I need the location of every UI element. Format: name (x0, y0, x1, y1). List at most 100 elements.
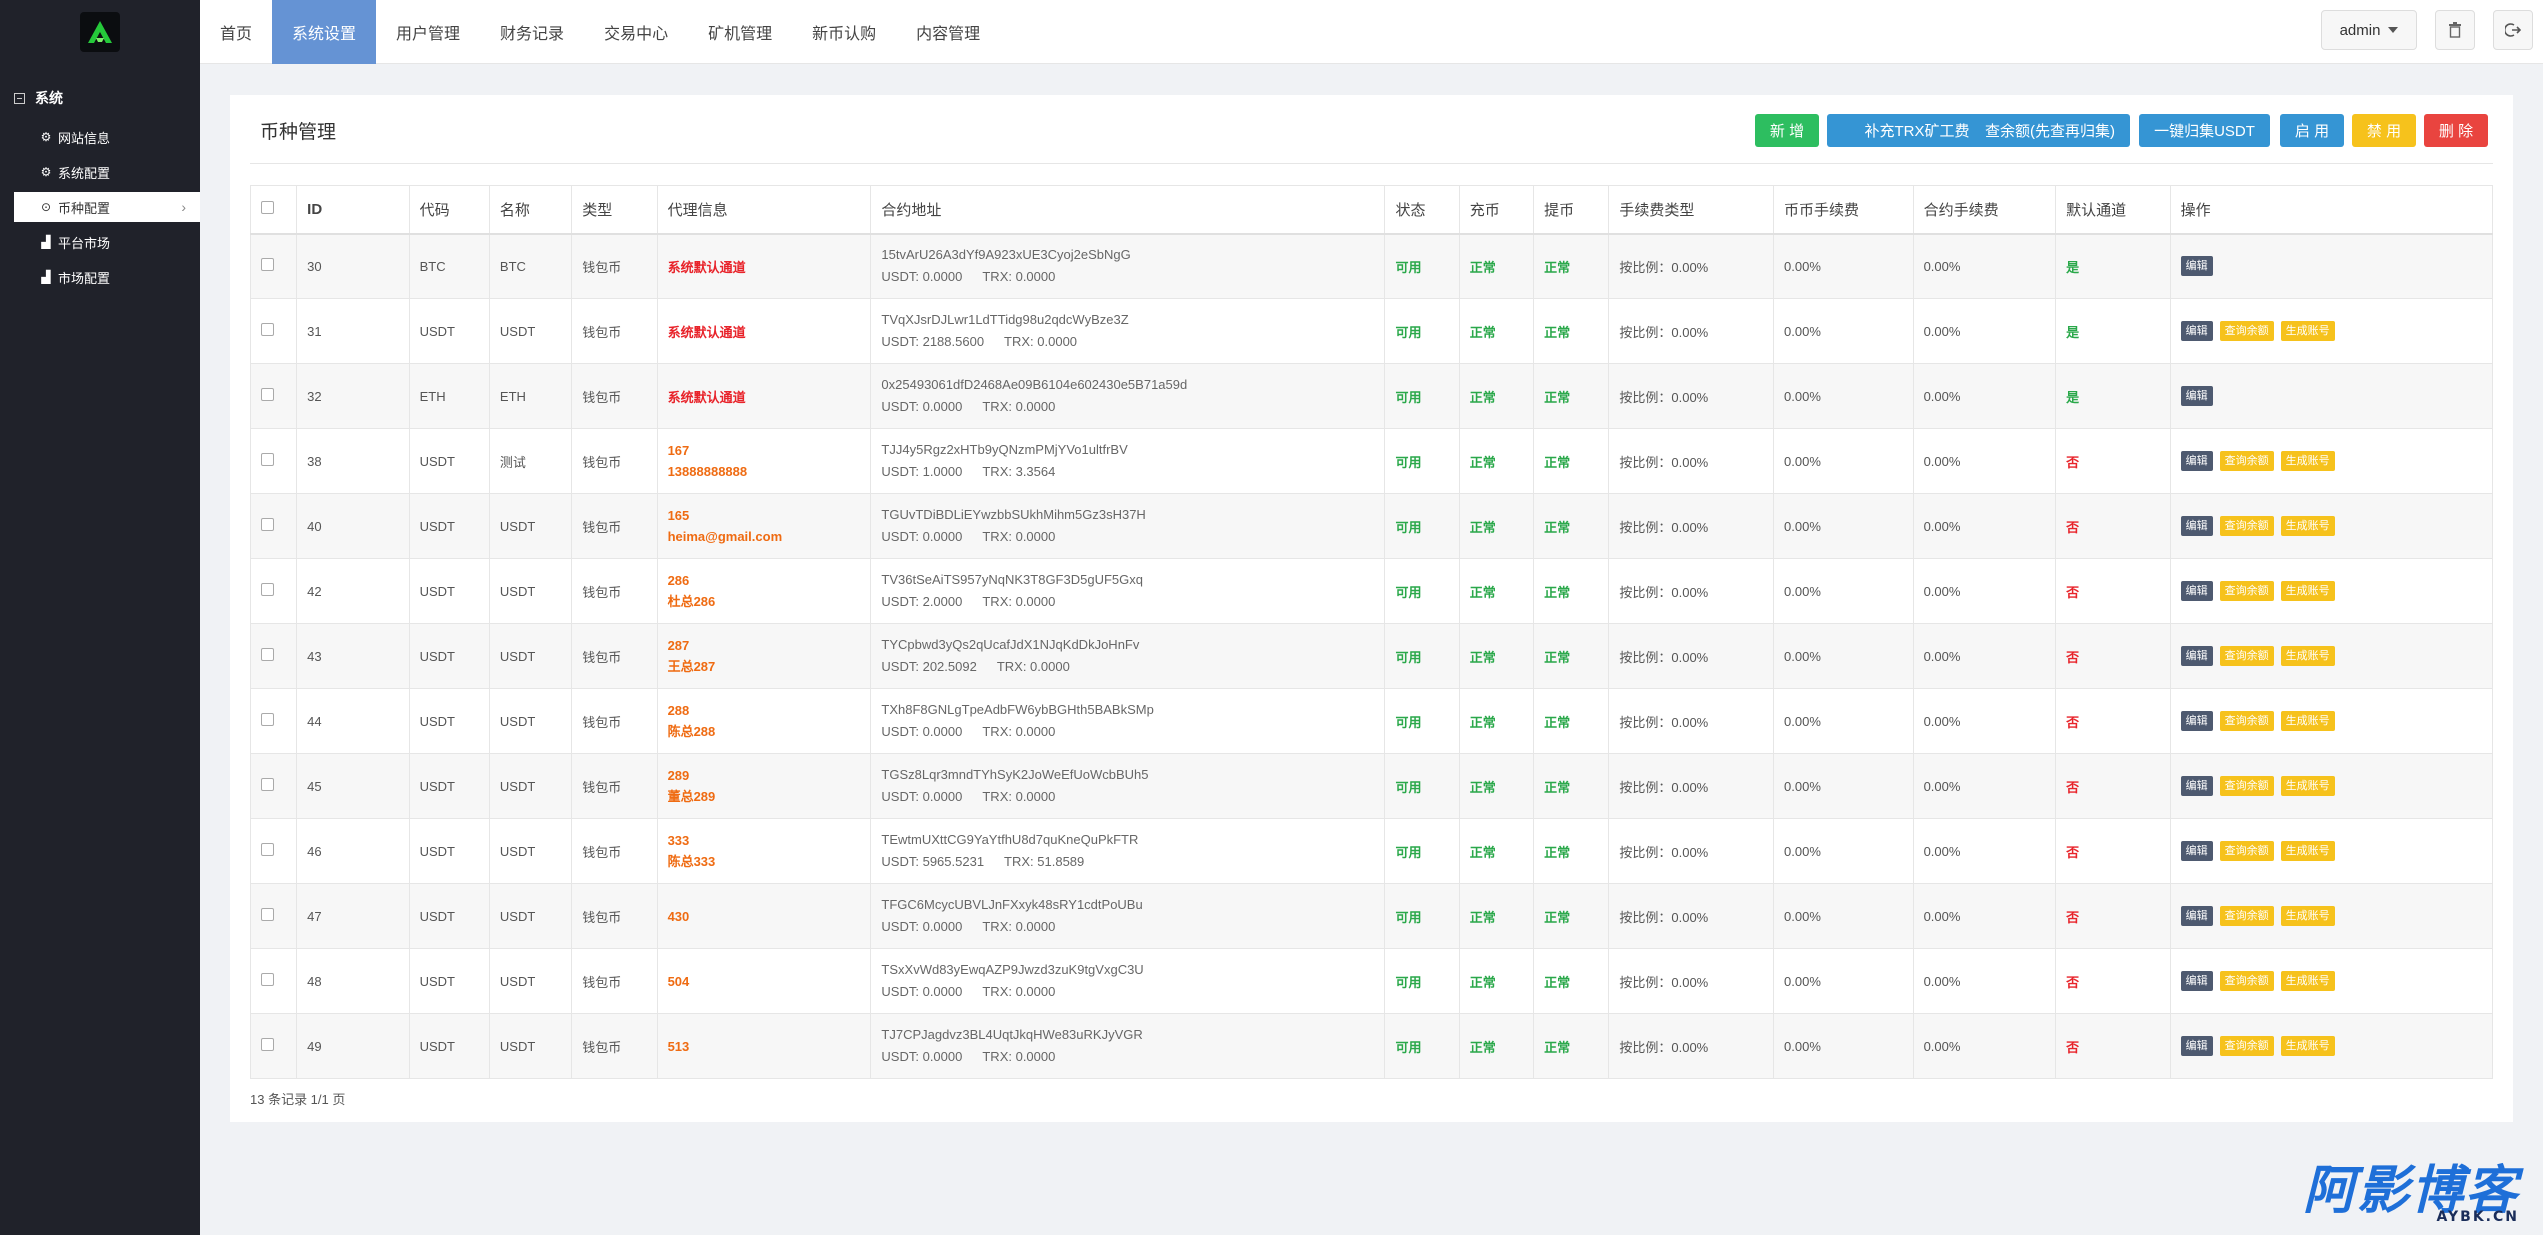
query-balance-row-button[interactable]: 查询余额 (2219, 646, 2274, 666)
row-checkbox[interactable] (261, 323, 274, 336)
row-select-cell[interactable] (249, 428, 298, 494)
sidebar-group-system[interactable]: 系统 (14, 88, 63, 108)
query-balance-row-button[interactable]: 查询余额 (2219, 711, 2274, 731)
sidebar-item-market-config[interactable]: ▟ 市场配置 (14, 262, 200, 292)
logout-button[interactable] (2493, 10, 2533, 50)
cell-spot-fee: 0.00% (1773, 688, 1914, 754)
row-select-cell[interactable] (249, 363, 298, 429)
default-flag: 否 (2066, 649, 2080, 665)
logo[interactable] (80, 12, 120, 52)
sidebar-item-site-info[interactable]: ⚙ 网站信息 (14, 122, 200, 152)
row-checkbox[interactable] (261, 843, 274, 856)
deposit-status: 正常 (1469, 844, 1496, 860)
row-select-cell[interactable] (249, 688, 298, 754)
agent-id: 系统默认通道 (667, 324, 746, 340)
edit-button[interactable]: 编辑 (2180, 1036, 2213, 1056)
row-checkbox[interactable] (261, 453, 274, 466)
generate-account-button[interactable]: 生成账号 (2280, 321, 2335, 341)
tab-user-management[interactable]: 用户管理 (376, 0, 480, 64)
row-select-cell[interactable] (249, 818, 298, 884)
query-balance-row-button[interactable]: 查询余额 (2219, 321, 2274, 341)
edit-button[interactable]: 编辑 (2180, 386, 2213, 406)
tab-finance-records[interactable]: 财务记录 (480, 0, 584, 64)
row-checkbox[interactable] (261, 583, 274, 596)
col-header-actions: 操作 (2169, 185, 2494, 235)
edit-button[interactable]: 编辑 (2180, 711, 2213, 731)
generate-account-button[interactable]: 生成账号 (2280, 646, 2335, 666)
delete-button[interactable]: 删 除 (2424, 114, 2488, 147)
sidebar-item-platform-market[interactable]: ▟ 平台市场 (14, 227, 200, 257)
row-checkbox[interactable] (261, 1038, 274, 1051)
row-select-cell[interactable] (249, 1013, 298, 1079)
row-checkbox[interactable] (261, 908, 274, 921)
row-select-cell[interactable] (249, 753, 298, 819)
row-select-cell[interactable] (249, 493, 298, 559)
tab-trading-center[interactable]: 交易中心 (584, 0, 688, 64)
generate-account-button[interactable]: 生成账号 (2280, 711, 2335, 731)
disable-button[interactable]: 禁 用 (2352, 114, 2416, 147)
usdt-balance: USDT: 0.0000 (881, 724, 963, 739)
row-select-cell[interactable] (249, 883, 298, 949)
generate-account-button[interactable]: 生成账号 (2280, 516, 2335, 536)
row-checkbox[interactable] (261, 648, 274, 661)
select-all-cell[interactable] (249, 185, 298, 235)
generate-account-button[interactable]: 生成账号 (2280, 451, 2335, 471)
tab-miner-management[interactable]: 矿机管理 (688, 0, 792, 64)
edit-button[interactable]: 编辑 (2180, 646, 2213, 666)
row-checkbox[interactable] (261, 713, 274, 726)
collect-usdt-button[interactable]: 一键归集USDT (2139, 114, 2270, 147)
row-select-cell[interactable] (249, 233, 298, 299)
generate-account-button[interactable]: 生成账号 (2280, 776, 2335, 796)
cell-contract-address: TGUvTDiBDLiEYwzbbSUkhMihm5Gz3sH37H USDT: … (870, 493, 1386, 559)
query-balance-row-button[interactable]: 查询余额 (2219, 971, 2274, 991)
generate-account-button[interactable]: 生成账号 (2280, 906, 2335, 926)
generate-account-button[interactable]: 生成账号 (2280, 841, 2335, 861)
edit-button[interactable]: 编辑 (2180, 256, 2213, 277)
enable-button[interactable]: 启 用 (2280, 114, 2344, 147)
row-select-cell[interactable] (249, 948, 298, 1014)
query-balance-row-button[interactable]: 查询余额 (2219, 906, 2274, 926)
edit-button[interactable]: 编辑 (2180, 581, 2213, 601)
tab-system-settings[interactable]: 系统设置 (272, 0, 377, 64)
add-button[interactable]: 新 增 (1755, 114, 1819, 147)
sidebar-item-system-config[interactable]: ⚙ 系统配置 (14, 157, 200, 187)
cell-default-channel: 否 (2055, 753, 2171, 819)
row-checkbox[interactable] (261, 778, 274, 791)
query-balance-button[interactable]: 查余额(先查再归集) (1970, 114, 2130, 147)
query-balance-row-button[interactable]: 查询余额 (2219, 776, 2274, 796)
edit-button[interactable]: 编辑 (2180, 776, 2213, 796)
tab-new-coin-subscription[interactable]: 新币认购 (792, 0, 896, 64)
sidebar-item-coin-config[interactable]: ⊙ 币种配置 › (14, 192, 200, 222)
cell-spot-fee: 0.00% (1773, 233, 1914, 299)
default-flag: 否 (2066, 714, 2080, 730)
row-select-cell[interactable] (249, 558, 298, 624)
user-menu-button[interactable]: admin (2321, 10, 2417, 50)
query-balance-row-button[interactable]: 查询余额 (2219, 581, 2274, 601)
query-balance-row-button[interactable]: 查询余额 (2219, 841, 2274, 861)
row-select-cell[interactable] (249, 298, 298, 364)
tab-content-management[interactable]: 内容管理 (896, 0, 1000, 64)
coin-management-card: 币种管理 新 增 补充TRX矿工费 查余额(先查再归集) 一键归集USDT 启 … (230, 95, 2513, 1122)
usdt-balance: USDT: 0.0000 (881, 789, 963, 804)
edit-button[interactable]: 编辑 (2180, 516, 2213, 536)
edit-button[interactable]: 编辑 (2180, 451, 2213, 471)
row-checkbox[interactable] (261, 518, 274, 531)
generate-account-button[interactable]: 生成账号 (2280, 581, 2335, 601)
generate-account-button[interactable]: 生成账号 (2280, 1036, 2335, 1056)
edit-button[interactable]: 编辑 (2180, 321, 2213, 341)
select-all-checkbox[interactable] (261, 200, 274, 214)
row-checkbox[interactable] (261, 258, 274, 272)
row-checkbox[interactable] (261, 973, 274, 986)
edit-button[interactable]: 编辑 (2180, 906, 2213, 926)
query-balance-row-button[interactable]: 查询余额 (2219, 451, 2274, 471)
row-select-cell[interactable] (249, 623, 298, 689)
tab-home[interactable]: 首页 (200, 0, 272, 64)
clear-cache-button[interactable] (2435, 10, 2475, 50)
row-checkbox[interactable] (261, 388, 274, 401)
generate-account-button[interactable]: 生成账号 (2280, 971, 2335, 991)
cell-contract-address: TJ7CPJagdvz3BL4UqtJkqHWe83uRKJyVGR USDT: … (870, 1013, 1386, 1079)
edit-button[interactable]: 编辑 (2180, 971, 2213, 991)
query-balance-row-button[interactable]: 查询余额 (2219, 516, 2274, 536)
edit-button[interactable]: 编辑 (2180, 841, 2213, 861)
query-balance-row-button[interactable]: 查询余额 (2219, 1036, 2274, 1056)
